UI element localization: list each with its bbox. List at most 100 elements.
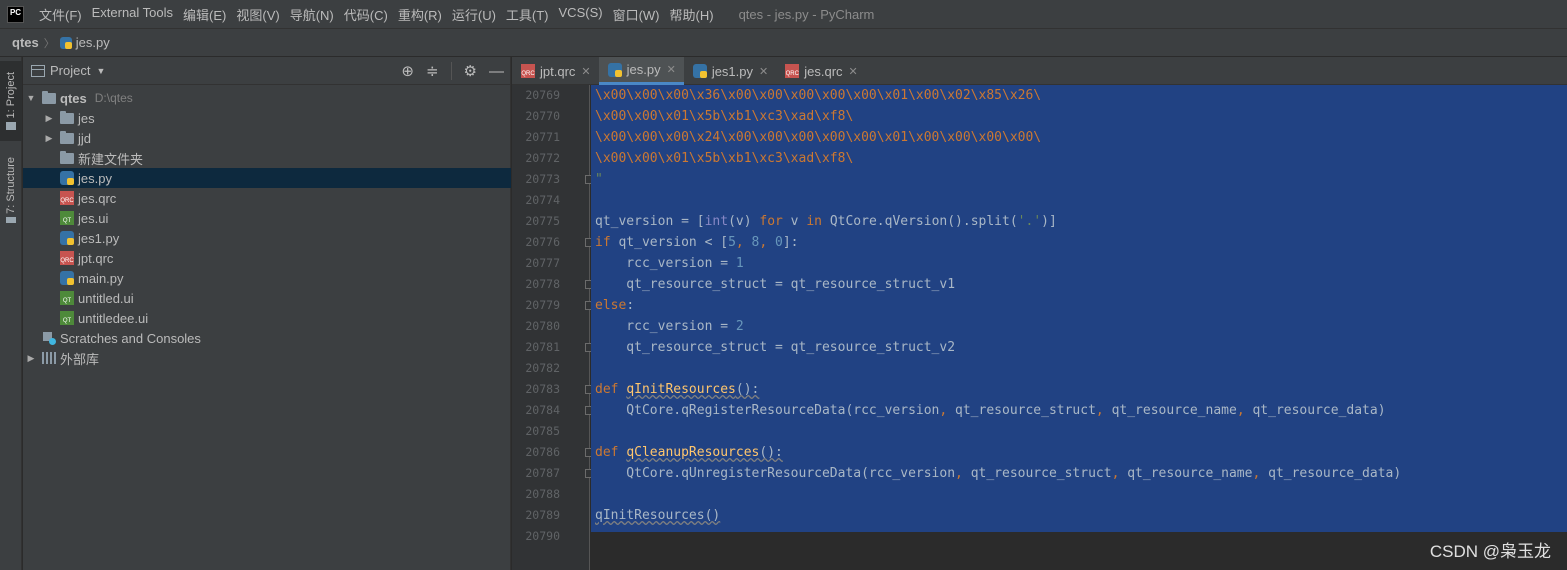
ui-file-icon: QT (60, 311, 74, 325)
line-number-gutter: 20769 20770 20771 20772 20773 20774 20775 20776… (512, 85, 594, 570)
tree-item[interactable]: jes.py (23, 168, 511, 188)
python-file-icon (607, 62, 622, 77)
menu-item-5[interactable]: 代码(C) (339, 5, 393, 24)
structure-icon (6, 217, 16, 224)
editor-tab[interactable]: jes1.py ✕ (684, 57, 776, 85)
project-view-icon (31, 64, 45, 77)
chevron-right-icon[interactable]: ▶ (26, 353, 36, 364)
tree-item[interactable]: Scratches and Consoles (23, 328, 511, 348)
tree-item-label: jes.py (78, 170, 112, 186)
close-icon[interactable]: ✕ (667, 63, 676, 76)
tree-item[interactable]: QT jes.ui (23, 208, 511, 228)
tree-item-label: jes (78, 110, 95, 126)
locate-file-icon[interactable]: ⊕ (401, 62, 414, 80)
editor-tab[interactable]: QRC jes.qrc ✕ (776, 57, 866, 85)
tree-item[interactable]: main.py (23, 268, 511, 288)
code-line: \x00\x00\x01\x5b\xb1\xc3\xad\xf8\ (595, 109, 854, 124)
line-number: 20775 (525, 214, 560, 228)
project-panel: Project ▼ ⊕ ≑ ⚙ — ▼ qtes D:\qtes ▶ jes ▶ jjd 新建… (23, 57, 511, 570)
line-number: 20789 (525, 508, 560, 522)
menu-item-10[interactable]: 窗口(W) (608, 5, 665, 24)
gear-icon[interactable]: ⚙ (464, 62, 477, 80)
menu-item-9[interactable]: VCS(S) (554, 5, 608, 24)
tool-tab-project[interactable]: 1: Project (0, 61, 22, 141)
menu-item-3[interactable]: 视图(V) (231, 5, 284, 24)
editor-tab-label: jes.py (626, 62, 661, 77)
line-number: 20781 (525, 340, 560, 354)
chevron-right-icon[interactable]: ▶ (44, 113, 54, 124)
line-number: 20787 (525, 466, 560, 480)
code-line: qt_resource_struct = qt_resource_struct_… (595, 340, 956, 355)
tool-tab-structure-label: 7: Structure (5, 156, 17, 214)
tree-item-label: qtes (60, 90, 87, 106)
tree-item[interactable]: jes1.py (23, 228, 511, 248)
python-file-icon (59, 36, 72, 49)
tree-item[interactable]: QRC jes.qrc (23, 188, 511, 208)
ui-file-icon: QT (60, 211, 74, 225)
code-line: rcc_version = 2 (595, 319, 744, 334)
menu-item-11[interactable]: 帮助(H) (665, 5, 719, 24)
line-number: 20780 (525, 319, 560, 333)
close-icon[interactable]: ✕ (581, 65, 590, 78)
close-icon[interactable]: ✕ (849, 65, 858, 78)
editor-tab[interactable]: jes.py ✕ (598, 57, 684, 85)
tree-item[interactable]: 新建文件夹 (23, 148, 511, 168)
tree-item[interactable]: ▶ 外部库 (23, 348, 511, 368)
window-title: qtes - jes.py - PyCharm (738, 6, 875, 22)
breadcrumb-file[interactable]: jes.py (59, 35, 110, 50)
python-file-icon (60, 171, 74, 185)
menu-item-4[interactable]: 导航(N) (285, 5, 339, 24)
collapse-all-icon[interactable]: ≑ (426, 62, 439, 80)
tree-item-label: 外部库 (60, 351, 100, 367)
tree-item-label: untitled.ui (78, 290, 134, 306)
project-view-selector[interactable]: Project (50, 63, 90, 78)
editor-tab-label: jpt.qrc (540, 63, 576, 79)
code-line: rcc_version = 1 (595, 256, 744, 271)
menu-item-1[interactable]: External Tools (87, 5, 178, 24)
breadcrumb-root[interactable]: qtes (12, 35, 39, 50)
hide-panel-icon[interactable]: — (489, 63, 504, 80)
qrc-file-icon: QRC (785, 64, 800, 78)
tool-tab-project-label: 1: Project (5, 71, 17, 119)
tree-item[interactable]: QRC jpt.qrc (23, 248, 511, 268)
python-file-icon (60, 271, 74, 285)
close-icon[interactable]: ✕ (759, 65, 768, 78)
line-number: 20772 (525, 151, 560, 165)
tree-item[interactable]: QT untitledee.ui (23, 308, 511, 328)
chevron-right-icon[interactable]: ▶ (44, 133, 54, 144)
code-line: if qt_version < [5, 8, 0]: (595, 235, 799, 250)
code-line: " (595, 172, 603, 187)
menu-item-7[interactable]: 运行(U) (447, 5, 501, 24)
code-line: qt_version = [int(v) for v in QtCore.qVe… (595, 214, 1057, 229)
code-line: def qInitResources(): (595, 382, 760, 397)
tree-item[interactable]: ▶ jjd (23, 128, 511, 148)
chevron-down-icon[interactable]: ▼ (26, 93, 36, 103)
line-number: 20786 (525, 445, 560, 459)
line-number: 20774 (525, 193, 560, 207)
line-number: 20788 (525, 487, 560, 501)
menu-item-2[interactable]: 编辑(E) (178, 5, 231, 24)
menu-item-8[interactable]: 工具(T) (501, 5, 554, 24)
left-tool-strip: 1: Project 7: Structure (0, 57, 22, 570)
line-number: 20769 (525, 88, 560, 102)
menu-item-0[interactable]: 文件(F) (34, 5, 87, 24)
tree-item-label: untitledee.ui (78, 310, 149, 326)
tree-item-path: D:\qtes (94, 91, 133, 105)
menu-item-6[interactable]: 重构(R) (393, 5, 447, 24)
folder-icon (6, 122, 16, 131)
library-icon (42, 352, 56, 364)
tree-item[interactable]: QT untitled.ui (23, 288, 511, 308)
editor-tab[interactable]: QRC jpt.qrc ✕ (512, 57, 599, 85)
editor-tab-label: jes1.py (711, 63, 754, 79)
tree-item[interactable]: ▶ jes (23, 108, 511, 128)
code-area[interactable]: \x00\x00\x00\x36\x00\x00\x00\x00\x00\x01… (591, 85, 1567, 570)
chevron-down-icon[interactable]: ▼ (96, 66, 105, 76)
line-number: 20770 (525, 109, 560, 123)
menu-items: 文件(F) External Tools 编辑(E) 视图(V) 导航(N) 代码(C) 重… (34, 5, 719, 24)
tree-item-label: Scratches and Consoles (60, 330, 201, 346)
tool-tab-structure[interactable]: 7: Structure (0, 149, 22, 231)
tree-item[interactable]: ▼ qtes D:\qtes (23, 88, 511, 108)
